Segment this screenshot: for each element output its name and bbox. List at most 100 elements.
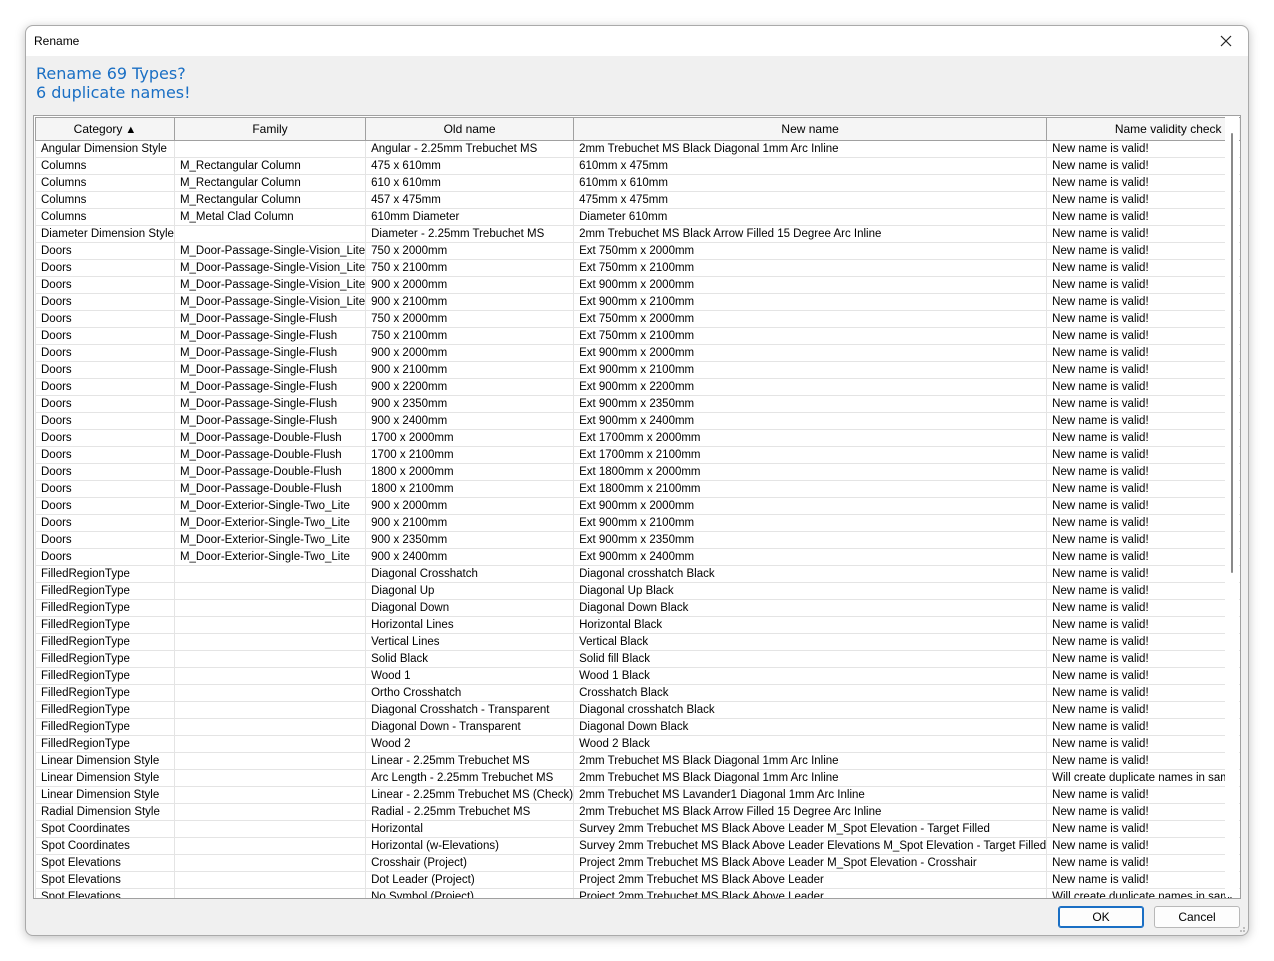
cell-new-name: Ext 900mm x 2000mm (573, 276, 1048, 294)
table-row[interactable]: Doors M_Door-Passage-Single-Flush 900 x 23… (35, 395, 1240, 413)
table-row[interactable]: FilledRegionType Wood 1 Wood 1 Black New na… (35, 667, 1240, 685)
cell-validity: New name is valid! (1046, 803, 1240, 821)
cell-old-name: Diagonal Crosshatch - Transparent (365, 701, 575, 719)
table-row[interactable]: Spot Elevations Dot Leader (Project) Proje… (35, 871, 1240, 889)
table-row[interactable]: FilledRegionType Solid Black Solid fill Bl… (35, 650, 1240, 668)
cell-old-name: 457 x 475mm (365, 191, 575, 209)
cell-new-name: Ext 1700mm x 2000mm (573, 429, 1048, 447)
cell-category: Columns (35, 174, 175, 192)
cell-old-name: 475 x 610mm (365, 157, 575, 175)
cell-old-name: 610 x 610mm (365, 174, 575, 192)
cell-validity: New name is valid! (1046, 871, 1240, 889)
cell-family (174, 650, 367, 668)
cell-family: M_Door-Passage-Double-Flush (174, 446, 367, 464)
cell-validity: New name is valid! (1046, 565, 1240, 583)
table-row[interactable]: Doors M_Door-Exterior-Single-Two_Lite 900 … (35, 497, 1240, 515)
table-row[interactable]: Doors M_Door-Passage-Single-Flush 900 x 21… (35, 361, 1240, 379)
table-row[interactable]: Doors M_Door-Passage-Double-Flush 1700 x 2… (35, 446, 1240, 464)
table-row[interactable]: Columns M_Metal Clad Column 610mm Diameter… (35, 208, 1240, 226)
table-row[interactable]: Doors M_Door-Passage-Single-Vision_Lite 75… (35, 259, 1240, 277)
table-row[interactable]: Spot Elevations No Symbol (Project) Projec… (35, 888, 1240, 898)
ok-button[interactable]: OK (1058, 906, 1144, 928)
cell-validity: New name is valid! (1046, 327, 1240, 345)
cell-family (174, 803, 367, 821)
cell-new-name: Ext 900mm x 2200mm (573, 378, 1048, 396)
table-row[interactable]: Angular Dimension Style Angular - 2.25mm … (35, 140, 1240, 158)
table-row[interactable]: FilledRegionType Diagonal Up Diagonal Up B… (35, 582, 1240, 600)
close-button[interactable] (1208, 28, 1244, 54)
cell-family: M_Door-Passage-Double-Flush (174, 429, 367, 447)
cell-new-name: Ext 900mm x 2400mm (573, 548, 1048, 566)
table-row[interactable]: Doors M_Door-Exterior-Single-Two_Lite 900 … (35, 531, 1240, 549)
table-row[interactable]: Linear Dimension Style Arc Length - 2.25m… (35, 769, 1240, 787)
cell-family: M_Door-Exterior-Single-Two_Lite (174, 531, 367, 549)
cell-family (174, 140, 367, 158)
vertical-scrollbar[interactable] (1225, 117, 1239, 897)
scrollbar-thumb[interactable] (1231, 133, 1233, 573)
table-row[interactable]: Doors M_Door-Passage-Single-Flush 900 x 22… (35, 378, 1240, 396)
table-row[interactable]: Linear Dimension Style Linear - 2.25mm Tr… (35, 752, 1240, 770)
table-row[interactable]: Doors M_Door-Passage-Double-Flush 1800 x 2… (35, 480, 1240, 498)
cell-new-name: Ext 900mm x 2000mm (573, 344, 1048, 362)
table-row[interactable]: FilledRegionType Ortho Crosshatch Crosshat… (35, 684, 1240, 702)
cell-new-name: Ext 900mm x 2000mm (573, 497, 1048, 515)
table-row[interactable]: FilledRegionType Wood 2 Wood 2 Black New na… (35, 735, 1240, 753)
table-row[interactable]: Doors M_Door-Passage-Single-Flush 900 x 20… (35, 344, 1240, 362)
table-row[interactable]: Doors M_Door-Passage-Single-Flush 750 x 20… (35, 310, 1240, 328)
cell-category: Doors (35, 242, 175, 260)
cell-validity: New name is valid! (1046, 650, 1240, 668)
table-row[interactable]: FilledRegionType Diagonal Crosshatch - Tr… (35, 701, 1240, 719)
table-row[interactable]: FilledRegionType Diagonal Crosshatch Diago… (35, 565, 1240, 583)
rename-grid[interactable]: Category ▲ Family Old name New name Name … (33, 115, 1241, 899)
cell-validity: New name is valid! (1046, 310, 1240, 328)
column-header-new-name[interactable]: New name (573, 117, 1048, 141)
cell-family (174, 599, 367, 617)
table-row[interactable]: Doors M_Door-Exterior-Single-Two_Lite 900 … (35, 514, 1240, 532)
cell-old-name: 900 x 2000mm (365, 344, 575, 362)
cell-validity: New name is valid! (1046, 276, 1240, 294)
rename-dialog: Rename Rename 69 Types? 6 duplicate name… (25, 25, 1249, 936)
table-row[interactable]: Doors M_Door-Passage-Single-Flush 750 x 21… (35, 327, 1240, 345)
table-row[interactable]: Spot Elevations Crosshair (Project) Projec… (35, 854, 1240, 872)
table-row[interactable]: Doors M_Door-Passage-Single-Vision_Lite 90… (35, 276, 1240, 294)
table-row[interactable]: FilledRegionType Diagonal Down - Transpar… (35, 718, 1240, 736)
cell-category: Doors (35, 514, 175, 532)
table-row[interactable]: Doors M_Door-Passage-Single-Flush 900 x 24… (35, 412, 1240, 430)
table-row[interactable]: Spot Coordinates Horizontal Survey 2mm Tre… (35, 820, 1240, 838)
table-row[interactable]: FilledRegionType Horizontal Lines Horizont… (35, 616, 1240, 634)
cell-old-name: 900 x 2350mm (365, 531, 575, 549)
table-row[interactable]: Columns M_Rectangular Column 475 x 610mm 61… (35, 157, 1240, 175)
cell-family (174, 786, 367, 804)
cell-old-name: 750 x 2000mm (365, 310, 575, 328)
table-row[interactable]: Doors M_Door-Passage-Single-Vision_Lite 90… (35, 293, 1240, 311)
cell-validity: New name is valid! (1046, 735, 1240, 753)
cell-old-name: Radial - 2.25mm Trebuchet MS (365, 803, 575, 821)
cell-family (174, 616, 367, 634)
table-row[interactable]: Doors M_Door-Passage-Single-Vision_Lite 75… (35, 242, 1240, 260)
table-row[interactable]: Doors M_Door-Exterior-Single-Two_Lite 900 … (35, 548, 1240, 566)
column-header-old-name[interactable]: Old name (365, 117, 575, 141)
resize-grip-icon[interactable] (1236, 923, 1246, 933)
cell-family (174, 871, 367, 889)
table-row[interactable]: Doors M_Door-Passage-Double-Flush 1700 x 2… (35, 429, 1240, 447)
table-row[interactable]: Linear Dimension Style Linear - 2.25mm Tr… (35, 786, 1240, 804)
table-row[interactable]: Columns M_Rectangular Column 610 x 610mm 61… (35, 174, 1240, 192)
cell-validity: New name is valid! (1046, 446, 1240, 464)
cancel-button[interactable]: Cancel (1154, 906, 1240, 928)
table-row[interactable]: Spot Coordinates Horizontal (w-Elevations… (35, 837, 1240, 855)
table-row[interactable]: Radial Dimension Style Radial - 2.25mm Tr… (35, 803, 1240, 821)
cell-old-name: Diagonal Crosshatch (365, 565, 575, 583)
table-row[interactable]: FilledRegionType Diagonal Down Diagonal Do… (35, 599, 1240, 617)
column-header-category[interactable]: Category ▲ (35, 117, 175, 141)
table-row[interactable]: Diameter Dimension Style Diameter - 2.25m… (35, 225, 1240, 243)
table-row[interactable]: Doors M_Door-Passage-Double-Flush 1800 x 2… (35, 463, 1240, 481)
cell-category: Spot Elevations (35, 888, 175, 898)
cell-old-name: No Symbol (Project) (365, 888, 575, 898)
cell-old-name: Vertical Lines (365, 633, 575, 651)
cell-family (174, 820, 367, 838)
column-header-validity[interactable]: Name validity check (1046, 117, 1240, 141)
cell-family: M_Metal Clad Column (174, 208, 367, 226)
table-row[interactable]: FilledRegionType Vertical Lines Vertical B… (35, 633, 1240, 651)
table-row[interactable]: Columns M_Rectangular Column 457 x 475mm 47… (35, 191, 1240, 209)
column-header-family[interactable]: Family (173, 117, 367, 141)
